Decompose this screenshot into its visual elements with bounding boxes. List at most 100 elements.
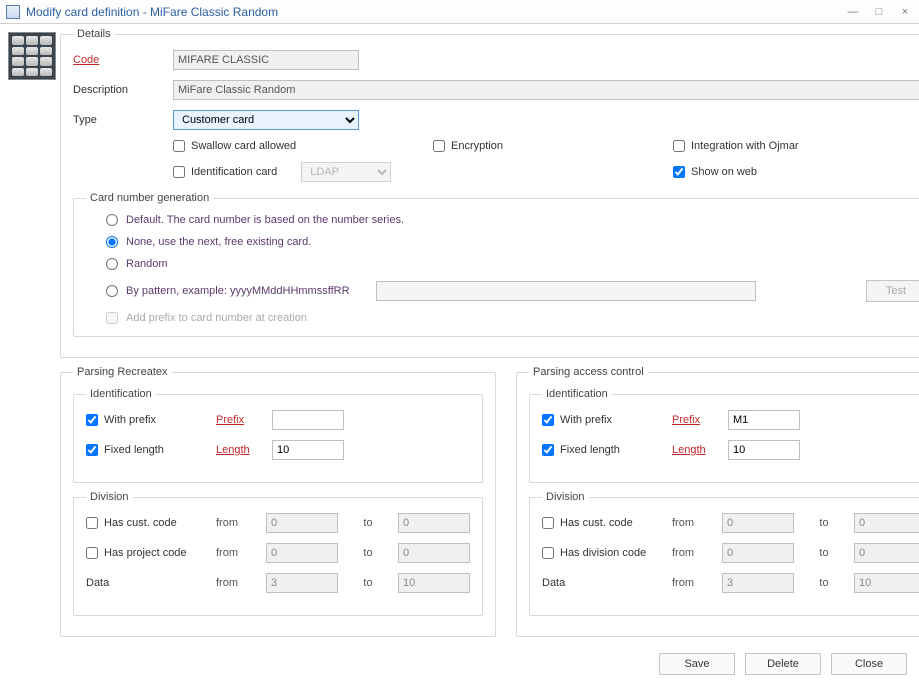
- rc-to-label-3: to: [338, 577, 398, 589]
- add-prefix-label: Add prefix to card number at creation: [126, 312, 307, 324]
- ac-with-prefix-label: With prefix: [560, 414, 612, 426]
- rc-data-from: [266, 573, 338, 593]
- rc-division-group: Division Has cust. code from to: [73, 491, 483, 616]
- rc-fixed-length-label: Fixed length: [104, 444, 164, 456]
- rc-with-prefix-checkbox[interactable]: [86, 414, 98, 426]
- identification-card-checkbox[interactable]: [173, 166, 185, 178]
- ac-ident-legend: Identification: [542, 388, 612, 400]
- ac-with-prefix-checkbox[interactable]: [542, 414, 554, 426]
- ac-div-legend: Division: [542, 491, 589, 503]
- ac-has-cust-checkbox[interactable]: [542, 517, 554, 529]
- close-button[interactable]: Close: [831, 653, 907, 675]
- ac-from-label-1: from: [672, 517, 722, 529]
- ac-identification-group: Identification With prefix Prefix Fixed …: [529, 388, 919, 483]
- rc-data-label: Data: [86, 577, 216, 589]
- description-field: MiFare Classic Random: [173, 80, 919, 100]
- window-title: Modify card definition - MiFare Classic …: [26, 5, 278, 19]
- details-group: Details Code MIFARE CLASSIC Description …: [60, 28, 919, 358]
- rc-ident-legend: Identification: [86, 388, 156, 400]
- save-button[interactable]: Save: [659, 653, 735, 675]
- description-label: Description: [73, 84, 173, 96]
- ac-from-label-3: from: [672, 577, 722, 589]
- code-field: MIFARE CLASSIC: [173, 50, 359, 70]
- rc-data-to: [398, 573, 470, 593]
- parsing-rc-legend: Parsing Recreatex: [73, 366, 172, 378]
- close-icon[interactable]: ×: [897, 5, 913, 19]
- parsing-access-control-group: Parsing access control Identification Wi…: [516, 366, 919, 637]
- type-select[interactable]: Customer card: [173, 110, 359, 130]
- ac-has-cust-label: Has cust. code: [560, 517, 633, 529]
- test-button: Test: [866, 280, 919, 302]
- ac-from-label-2: from: [672, 547, 722, 559]
- type-label: Type: [73, 114, 173, 126]
- ac-division-group: Division Has cust. code from to: [529, 491, 919, 616]
- gen-default-label: Default. The card number is based on the…: [126, 214, 404, 226]
- swallow-checkbox[interactable]: [173, 140, 185, 152]
- ac-has-div-checkbox[interactable]: [542, 547, 554, 559]
- rc-identification-group: Identification With prefix Prefix Fixed …: [73, 388, 483, 483]
- gen-legend: Card number generation: [86, 192, 213, 204]
- gen-pattern-radio[interactable]: [106, 285, 118, 297]
- ac-data-to: [854, 573, 919, 593]
- gen-default-radio[interactable]: [106, 214, 118, 226]
- rc-from-label-1: from: [216, 517, 266, 529]
- ac-prefix-label[interactable]: Prefix: [672, 414, 728, 426]
- rc-proj-from: [266, 543, 338, 563]
- ac-div-from: [722, 543, 794, 563]
- ac-data-label: Data: [542, 577, 672, 589]
- rc-from-label-3: from: [216, 577, 266, 589]
- rc-to-label-1: to: [338, 517, 398, 529]
- minimize-icon[interactable]: —: [845, 5, 861, 19]
- rc-div-legend: Division: [86, 491, 133, 503]
- parsing-recreatex-group: Parsing Recreatex Identification With pr…: [60, 366, 496, 637]
- details-legend: Details: [73, 28, 115, 40]
- rc-has-proj-checkbox[interactable]: [86, 547, 98, 559]
- rc-from-label-2: from: [216, 547, 266, 559]
- rc-to-label-2: to: [338, 547, 398, 559]
- ldap-select: LDAP: [301, 162, 391, 182]
- maximize-icon[interactable]: □: [871, 5, 887, 19]
- encryption-label: Encryption: [451, 140, 503, 152]
- rc-cust-from: [266, 513, 338, 533]
- rc-length-input[interactable]: [272, 440, 344, 460]
- ac-data-from: [722, 573, 794, 593]
- rc-length-label[interactable]: Length: [216, 444, 272, 456]
- rc-has-proj-label: Has project code: [104, 547, 187, 559]
- rc-fixed-length-checkbox[interactable]: [86, 444, 98, 456]
- show-on-web-checkbox[interactable]: [673, 166, 685, 178]
- rc-prefix-label[interactable]: Prefix: [216, 414, 272, 426]
- ac-to-label-3: to: [794, 577, 854, 589]
- encryption-checkbox[interactable]: [433, 140, 445, 152]
- ac-to-label-1: to: [794, 517, 854, 529]
- integration-label: Integration with Ojmar: [691, 140, 799, 152]
- identification-card-label: Identification card: [191, 166, 277, 178]
- gen-none-label: None, use the next, free existing card.: [126, 236, 311, 248]
- add-prefix-checkbox: [106, 312, 118, 324]
- delete-button[interactable]: Delete: [745, 653, 821, 675]
- integration-checkbox[interactable]: [673, 140, 685, 152]
- ac-fixed-length-checkbox[interactable]: [542, 444, 554, 456]
- rc-prefix-input[interactable]: [272, 410, 344, 430]
- ac-div-to: [854, 543, 919, 563]
- gen-random-radio[interactable]: [106, 258, 118, 270]
- side-image: [4, 28, 60, 645]
- footer-buttons: Save Delete Close: [659, 653, 907, 675]
- parsing-ac-legend: Parsing access control: [529, 366, 648, 378]
- ac-prefix-input[interactable]: [728, 410, 800, 430]
- app-icon: [6, 5, 20, 19]
- rc-with-prefix-label: With prefix: [104, 414, 156, 426]
- rc-cust-to: [398, 513, 470, 533]
- rc-has-cust-checkbox[interactable]: [86, 517, 98, 529]
- card-number-generation-group: Card number generation Default. The card…: [73, 192, 919, 337]
- rc-proj-to: [398, 543, 470, 563]
- keypad-icon: [8, 32, 56, 80]
- ac-cust-to: [854, 513, 919, 533]
- ac-length-input[interactable]: [728, 440, 800, 460]
- gen-pattern-input: [376, 281, 756, 301]
- ac-to-label-2: to: [794, 547, 854, 559]
- ac-fixed-length-label: Fixed length: [560, 444, 620, 456]
- gen-pattern-label: By pattern, example: yyyyMMddHHmmssffRR: [126, 285, 350, 297]
- ac-length-label[interactable]: Length: [672, 444, 728, 456]
- ac-has-div-label: Has division code: [560, 547, 646, 559]
- gen-none-radio[interactable]: [106, 236, 118, 248]
